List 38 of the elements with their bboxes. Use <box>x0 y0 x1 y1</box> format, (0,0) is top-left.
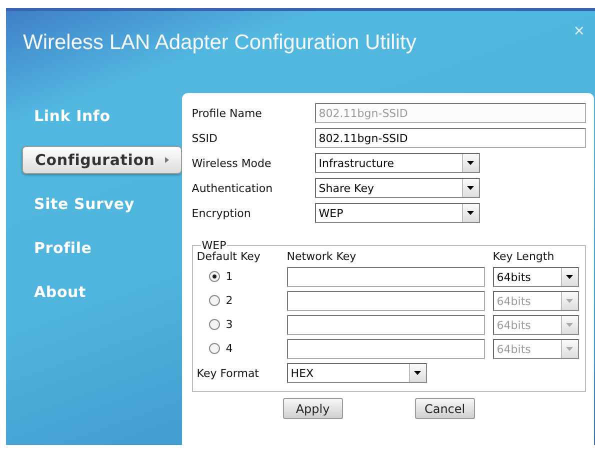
field-label: Wireless Mode <box>192 156 272 170</box>
apply-button[interactable]: Apply <box>282 398 343 419</box>
chevron-right-icon <box>164 157 169 163</box>
field-label: Profile Name <box>192 106 263 120</box>
dropdown[interactable]: WEP <box>314 203 480 223</box>
dropdown[interactable]: Infrastructure <box>314 153 480 173</box>
window-title: Wireless LAN Adapter Configuration Utility <box>23 31 416 55</box>
field-label: Encryption <box>192 206 252 220</box>
dropdown-arrow-icon <box>566 299 574 303</box>
dropdown-arrow-icon <box>467 161 474 165</box>
dropdown[interactable]: 64bits <box>492 267 579 287</box>
key-number: 3 <box>226 318 233 330</box>
dropdown-arrow-icon <box>467 186 474 190</box>
column-header: Network Key <box>286 250 358 263</box>
dropdown[interactable]: HEX <box>286 363 427 383</box>
column-header: Default Key <box>196 250 262 263</box>
field-label: SSID <box>192 132 218 144</box>
input-field[interactable] <box>286 291 485 311</box>
dropdown-arrow-icon <box>566 347 574 351</box>
dropdown-arrow-icon <box>566 323 574 327</box>
key-number: 4 <box>226 342 233 354</box>
input-field[interactable] <box>286 267 485 287</box>
text-field[interactable]: 802.11bgn-SSID <box>314 128 586 148</box>
sidebar-item[interactable]: Configuration <box>22 146 182 174</box>
dropdown-arrow-icon <box>414 371 422 375</box>
dropdown[interactable]: Share Key <box>314 178 480 198</box>
radio-button[interactable] <box>208 270 220 282</box>
input-field[interactable] <box>286 315 485 335</box>
field-label: Authentication <box>192 182 274 194</box>
group-title: WEP <box>202 241 226 250</box>
key-number: 1 <box>226 270 233 282</box>
field-label: Key Format <box>196 366 260 380</box>
cancel-button[interactable]: Cancel <box>414 398 475 419</box>
dropdown-arrow-icon <box>566 275 574 279</box>
key-number: 2 <box>226 294 233 306</box>
input-field[interactable] <box>286 339 485 359</box>
dropdown-arrow-icon <box>467 211 474 215</box>
column-header: Key Length <box>492 250 556 263</box>
